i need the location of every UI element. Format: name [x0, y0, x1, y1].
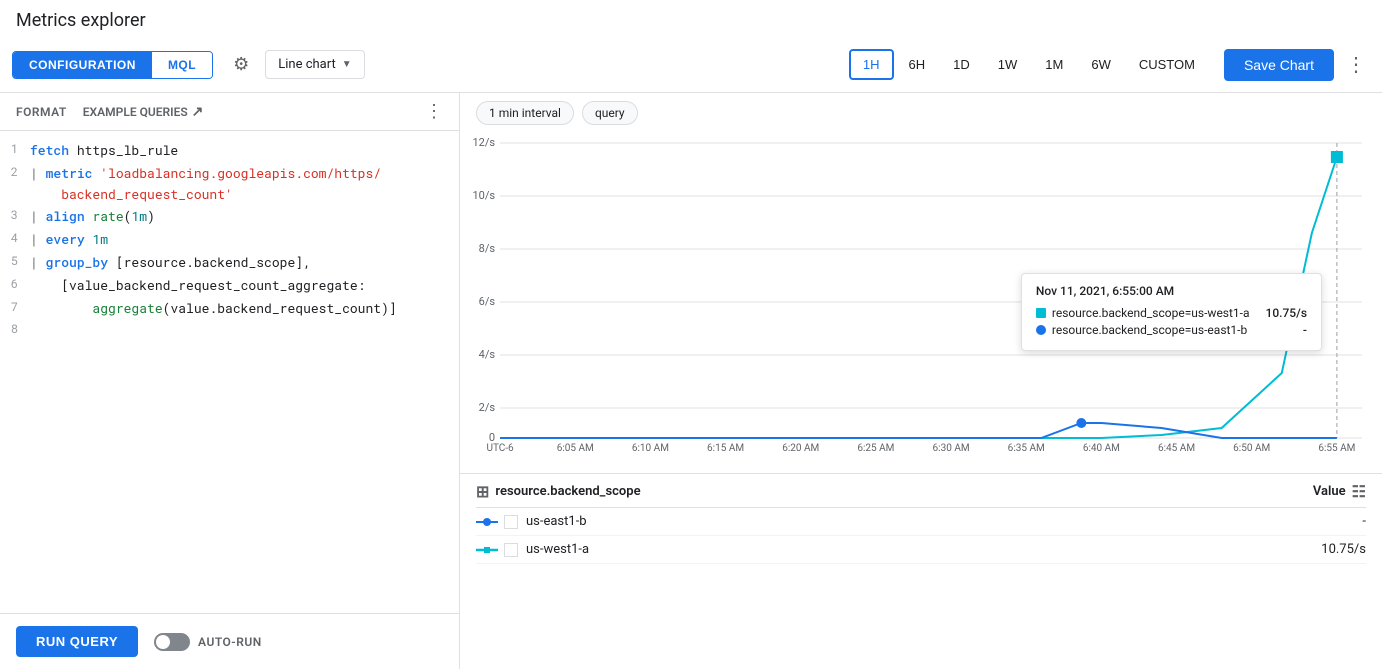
time-range-group: 1H 6H 1D 1W 1M 6W CUSTOM: [849, 49, 1208, 80]
svg-text:6:20 AM: 6:20 AM: [782, 443, 819, 453]
legend-header: ⊞ resource.backend_scope Value ☷: [476, 482, 1366, 508]
legend-checkbox-east[interactable]: [504, 515, 518, 529]
code-line-5: 5 | group_by [resource.backend_scope],: [0, 251, 459, 274]
left-panel: FORMAT EXAMPLE QUERIES ↗ ⋮ 1 fetch https…: [0, 93, 460, 669]
svg-text:2/s: 2/s: [479, 401, 496, 414]
legend-row-east: us-east1-b -: [476, 508, 1366, 536]
main-layout: FORMAT EXAMPLE QUERIES ↗ ⋮ 1 fetch https…: [0, 93, 1382, 669]
svg-text:6:55 AM: 6:55 AM: [1318, 443, 1355, 453]
code-editor[interactable]: 1 fetch https_lb_rule 2 | metric 'loadba…: [0, 131, 459, 613]
gear-button[interactable]: ⚙: [225, 50, 257, 79]
svg-text:6:25 AM: 6:25 AM: [857, 443, 894, 453]
legend-name-east: us-east1-b: [526, 514, 1362, 529]
svg-text:12/s: 12/s: [472, 136, 495, 149]
chip-query[interactable]: query: [582, 101, 638, 125]
tab-mql[interactable]: MQL: [152, 52, 212, 78]
legend-name-west: us-west1-a: [526, 542, 1321, 557]
legend-value-east: -: [1362, 514, 1366, 529]
chart-area: 12/s 10/s 8/s 6/s 4/s 2/s 0 UTC-6: [460, 133, 1382, 473]
chart-svg: 12/s 10/s 8/s 6/s 4/s 2/s 0 UTC-6: [460, 133, 1382, 453]
auto-run-toggle[interactable]: [154, 633, 190, 651]
toggle-knob: [156, 635, 170, 649]
example-queries-link[interactable]: EXAMPLE QUERIES ↗: [83, 104, 204, 120]
svg-text:6/s: 6/s: [479, 295, 496, 308]
auto-run-toggle-container: AUTO-RUN: [154, 633, 262, 651]
svg-text:10/s: 10/s: [472, 189, 495, 202]
legend-area: ⊞ resource.backend_scope Value ☷ us-east…: [460, 473, 1382, 572]
svg-text:6:40 AM: 6:40 AM: [1083, 443, 1120, 453]
legend-title: ⊞ resource.backend_scope: [476, 482, 641, 501]
svg-text:6:35 AM: 6:35 AM: [1008, 443, 1045, 453]
legend-row-west: us-west1-a 10.75/s: [476, 536, 1366, 564]
code-line-3: 3 | align rate(1m): [0, 205, 459, 228]
code-line-8: 8: [0, 319, 459, 342]
left-toolbar: FORMAT EXAMPLE QUERIES ↗ ⋮: [0, 93, 459, 131]
svg-text:6:50 AM: 6:50 AM: [1233, 443, 1270, 453]
time-btn-6w[interactable]: 6W: [1078, 50, 1124, 79]
legend-checkbox-west[interactable]: [504, 543, 518, 557]
more-menu-button[interactable]: ⋮: [1342, 48, 1370, 81]
svg-text:UTC-6: UTC-6: [486, 443, 514, 453]
left-bottom: RUN QUERY AUTO-RUN: [0, 613, 459, 669]
time-btn-1w[interactable]: 1W: [985, 50, 1031, 79]
external-link-icon: ↗: [192, 104, 204, 120]
code-line-7: 7 aggregate(value.backend_request_count)…: [0, 297, 459, 320]
svg-text:6:30 AM: 6:30 AM: [933, 443, 970, 453]
top-bar: CONFIGURATION MQL ⚙ Line chart ▼ 1H 6H 1…: [0, 37, 1382, 93]
dataset-icon: ⊞: [476, 482, 489, 501]
grid-view-icon[interactable]: ☷: [1352, 482, 1366, 501]
svg-text:6:05 AM: 6:05 AM: [557, 443, 594, 453]
auto-run-label: AUTO-RUN: [198, 635, 262, 649]
svg-text:8/s: 8/s: [479, 242, 496, 255]
series-line-icon-east: [476, 516, 498, 528]
right-panel: 1 min interval query 12/s 10/s 8/s 6/s 4…: [460, 93, 1382, 669]
chart-type-select[interactable]: Line chart ▼: [265, 50, 364, 79]
svg-text:4/s: 4/s: [479, 348, 496, 361]
time-btn-custom[interactable]: CUSTOM: [1126, 50, 1208, 79]
app-title: Metrics explorer: [0, 0, 1382, 37]
save-chart-button[interactable]: Save Chart: [1224, 49, 1334, 81]
svg-text:6:15 AM: 6:15 AM: [707, 443, 744, 453]
legend-value-west: 10.75/s: [1321, 542, 1366, 557]
code-line-6: 6 [value_backend_request_count_aggregate…: [0, 274, 459, 297]
time-btn-1h[interactable]: 1H: [849, 49, 894, 80]
code-line-4: 4 | every 1m: [0, 228, 459, 251]
svg-text:6:45 AM: 6:45 AM: [1158, 443, 1195, 453]
code-line-2: 2 | metric 'loadbalancing.googleapis.com…: [0, 162, 459, 206]
chevron-down-icon: ▼: [342, 59, 352, 70]
time-btn-6h[interactable]: 6H: [896, 50, 939, 79]
tab-group: CONFIGURATION MQL: [12, 51, 213, 79]
run-query-button[interactable]: RUN QUERY: [16, 626, 138, 657]
format-label[interactable]: FORMAT: [16, 105, 67, 119]
chart-chips: 1 min interval query: [460, 93, 1382, 133]
svg-text:6:10 AM: 6:10 AM: [632, 443, 669, 453]
left-toolbar-more-button[interactable]: ⋮: [425, 101, 443, 122]
time-btn-1m[interactable]: 1M: [1032, 50, 1076, 79]
chart-type-label: Line chart: [278, 57, 335, 72]
series-line-icon-west: [476, 544, 498, 556]
time-btn-1d[interactable]: 1D: [940, 50, 983, 79]
code-line-1: 1 fetch https_lb_rule: [0, 139, 459, 162]
tab-configuration[interactable]: CONFIGURATION: [13, 52, 152, 78]
legend-value-label: Value ☷: [1313, 482, 1366, 501]
chip-interval[interactable]: 1 min interval: [476, 101, 574, 125]
